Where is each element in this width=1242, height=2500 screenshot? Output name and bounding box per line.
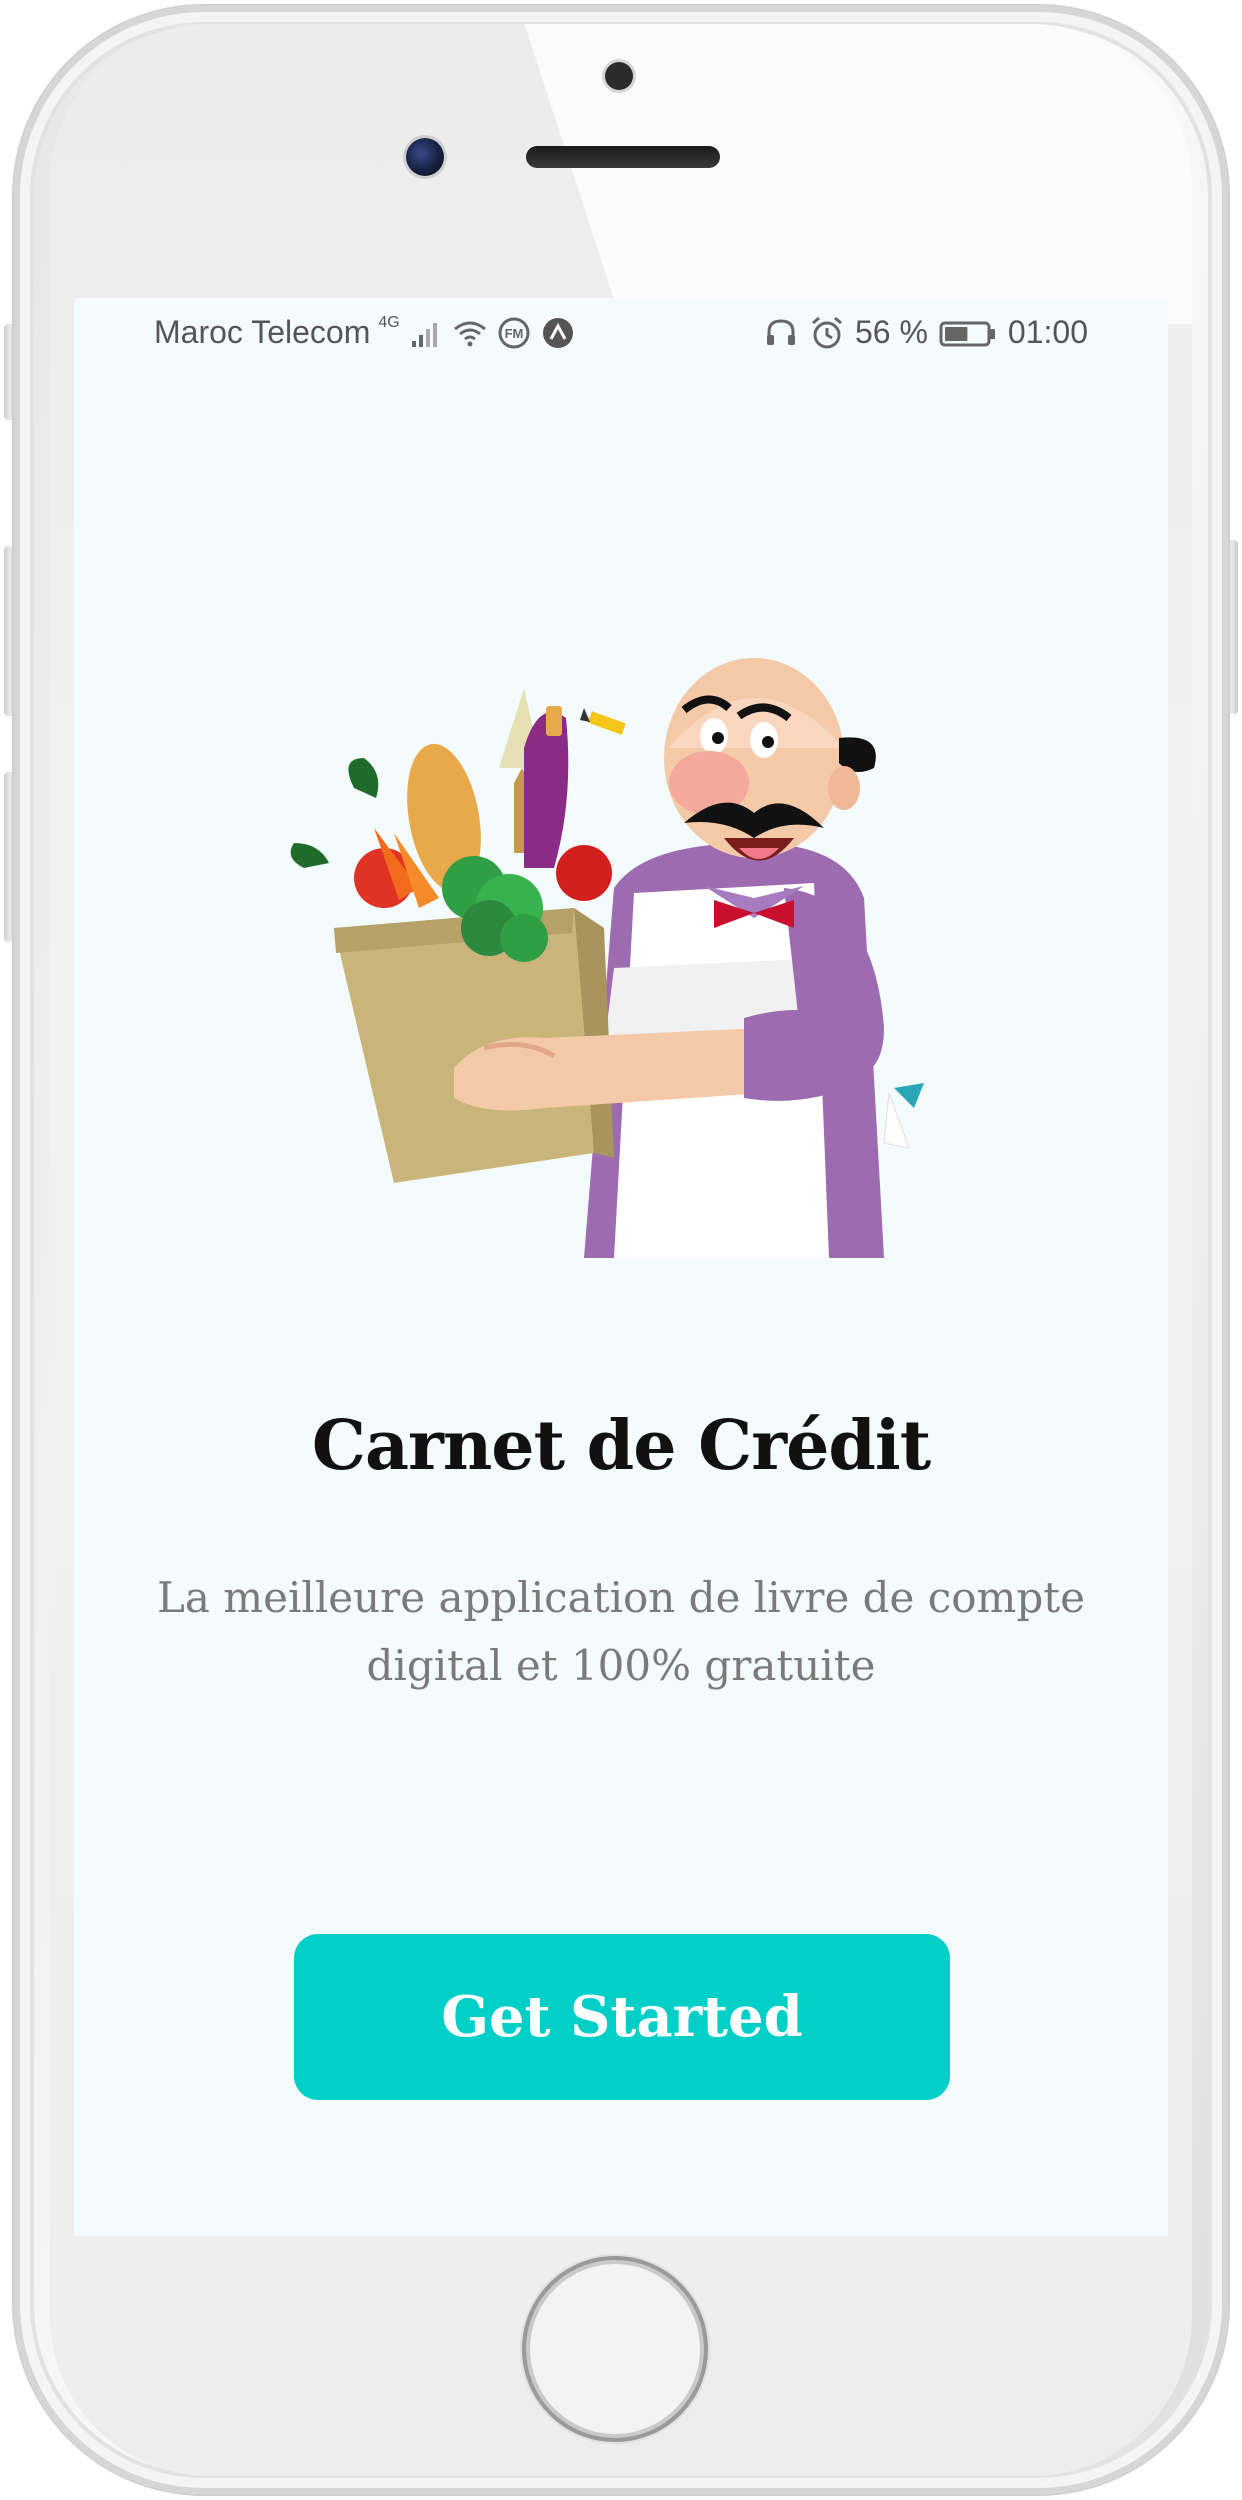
grocer-illustration xyxy=(290,658,924,1258)
earpiece-speaker xyxy=(526,146,720,168)
battery-percent: 56 % xyxy=(854,314,928,350)
alarm-icon xyxy=(812,316,842,348)
carrier-name: Maroc Telecom xyxy=(154,314,371,350)
svg-text:FM: FM xyxy=(504,326,523,341)
front-camera xyxy=(406,138,444,176)
headphones-icon xyxy=(766,318,795,345)
clock: 01:00 xyxy=(1007,314,1088,350)
onboarding-subtitle: La meilleure application de livre de com… xyxy=(157,1573,1085,1690)
proximity-sensor xyxy=(605,62,633,90)
status-right: 56 % 01:00 xyxy=(763,314,1088,351)
home-button[interactable] xyxy=(522,2256,708,2442)
network-type: 4G xyxy=(378,313,400,331)
app-notification-icon xyxy=(542,317,573,348)
signal-icon xyxy=(411,322,437,347)
status-bar: Maroc Telecom 4G FM 56 % 01:00 xyxy=(74,298,1168,372)
get-started-button[interactable]: Get Started xyxy=(294,1934,950,2100)
app-screen: Maroc Telecom 4G FM 56 % 01:00 Carnet de… xyxy=(74,298,1168,2236)
battery-icon xyxy=(939,321,995,346)
wifi-icon xyxy=(453,321,486,346)
fm-radio-icon: FM xyxy=(498,317,530,348)
status-left: Maroc Telecom 4G FM xyxy=(154,314,576,351)
onboarding-title: Carnet de Crédit xyxy=(311,1406,931,1486)
